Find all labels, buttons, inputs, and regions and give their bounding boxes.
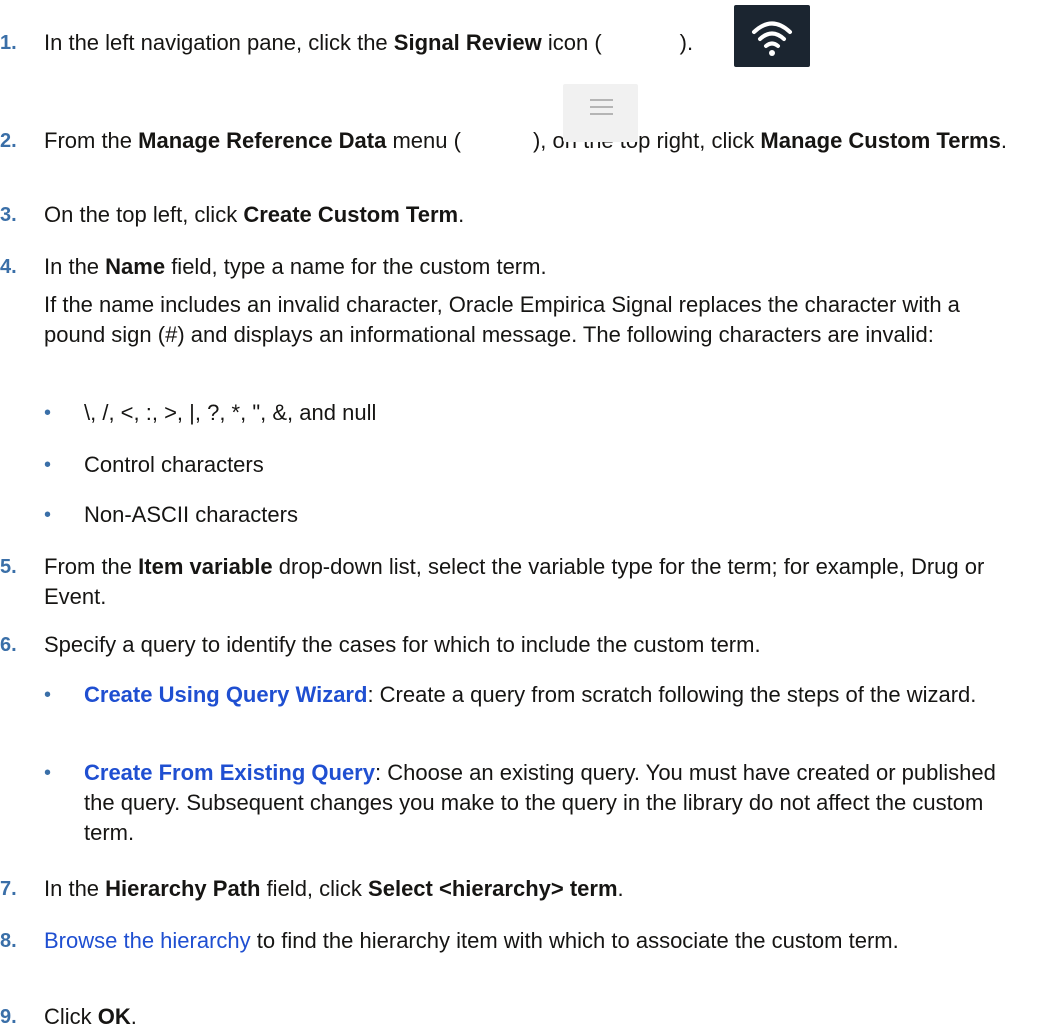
step-text: to find the hierarchy item with which to… [250, 928, 899, 953]
step-text: Click [44, 1004, 98, 1029]
step-text: ). [679, 30, 694, 55]
procedure-steps: 1. In the left navigation pane, click th… [0, 0, 1037, 1029]
ui-term: Hierarchy Path [105, 876, 261, 901]
step-text: From the [44, 128, 139, 153]
ui-term: Manage Custom Terms [760, 128, 1001, 153]
step-number: 9. [0, 1006, 17, 1028]
step-text: In the [44, 876, 106, 901]
step-number: 7. [0, 878, 17, 900]
step-text: . [458, 202, 465, 227]
bullet-text: Non-ASCII characters [84, 502, 298, 527]
create-using-query-wizard-link[interactable]: Create Using Query Wizard [84, 682, 367, 707]
step-text: From the [44, 554, 139, 579]
create-from-existing-query-link[interactable]: Create From Existing Query [84, 760, 375, 785]
hamburger-menu-icon [563, 84, 638, 142]
step-text: . [1000, 128, 1007, 153]
step-text: In the left navigation pane, click the [44, 30, 394, 55]
bullet-marker: • [44, 504, 52, 526]
signal-review-wifi-icon [734, 5, 810, 67]
step-text: menu ( [386, 128, 461, 153]
ui-term: Name [105, 254, 166, 279]
step-4-note: If the name includes an invalid characte… [44, 292, 960, 347]
step-text: field, click [260, 876, 369, 901]
bullet-text: \, /, <, :, >, |, ?, *, ", &, and null [84, 400, 377, 425]
step-number: 1. [0, 32, 17, 54]
bullet-marker: • [44, 684, 52, 706]
step-text: On the top left, click [44, 202, 244, 227]
step-text: . [617, 876, 624, 901]
step-number: 3. [0, 204, 17, 226]
step-number: 5. [0, 556, 17, 578]
browse-the-hierarchy-link[interactable]: Browse the hierarchy [44, 928, 251, 953]
step-number: 2. [0, 130, 17, 152]
step-text: icon ( [541, 30, 602, 55]
ui-term: Signal Review [393, 30, 542, 55]
bullet-marker: • [44, 402, 52, 424]
step-text: field, type a name for the custom term. [165, 254, 547, 279]
ui-term: Create Custom Term [243, 202, 459, 227]
step-text: . [130, 1004, 137, 1029]
bullet-marker: • [44, 762, 52, 784]
ui-term: Select <hierarchy> term [368, 876, 618, 901]
step-number: 4. [0, 256, 17, 278]
bullet-text: Control characters [84, 452, 264, 477]
ui-term: OK [97, 1004, 131, 1029]
bullet-marker: • [44, 454, 52, 476]
ui-term: Item variable [138, 554, 273, 579]
step-text: Specify a query to identify the cases fo… [44, 632, 761, 657]
step-number: 8. [0, 930, 17, 952]
ui-term: Manage Reference Data [138, 128, 387, 153]
step-number: 6. [0, 634, 17, 656]
option-text: : Create a query from scratch following … [367, 682, 977, 707]
step-text: In the [44, 254, 106, 279]
